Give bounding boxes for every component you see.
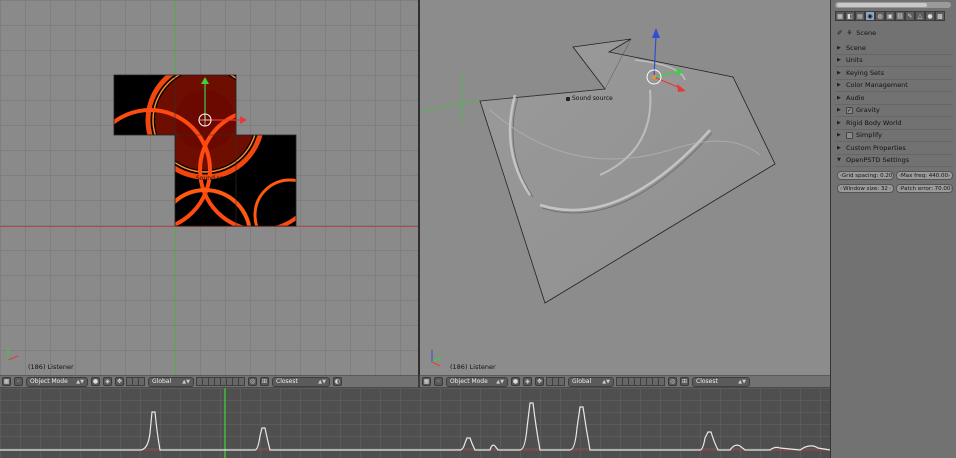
scene-tab-icon[interactable]: ◉ (865, 11, 875, 21)
render-tab-icon[interactable]: ◧ (845, 11, 855, 21)
modifiers-tab-icon[interactable]: ✎ (905, 11, 915, 21)
transform-widgets[interactable] (126, 377, 145, 386)
mode-select[interactable]: Object Mode ▲▼ (26, 376, 88, 387)
layers-tab-icon[interactable]: ▤ (855, 11, 865, 21)
expand-arrow-icon: ▶ (837, 144, 841, 151)
window-size-field[interactable]: ‹ Window size: 32 › (837, 184, 894, 193)
context-tabs: ▦ ◧ ▤ ◉ ◍ ▣ ⛓ ✎ △ ● ▩ (835, 11, 945, 21)
right-viewport-header: ▦ ◦ Object Mode ▲▼ ● ◈ ✥ Global ▲▼ ◎ ⊞ Clo… (420, 375, 830, 388)
view-menu-icon[interactable]: ◦ (14, 377, 23, 386)
left-3d-viewport[interactable]: Sound source (186) Listener (0, 0, 418, 375)
mode-select[interactable]: Object Mode ▲▼ (446, 376, 508, 387)
panel-openpstd-settings[interactable]: ▼ OpenPSTD Settings (835, 155, 953, 167)
constraints-tab-icon[interactable]: ⛓ (895, 11, 905, 21)
expand-arrow-icon: ▶ (837, 44, 841, 51)
panel-rigid-body-world[interactable]: ▶ Rigid Body World (835, 117, 953, 130)
expand-arrow-icon: ▶ (837, 82, 841, 89)
snap-target-select[interactable]: Closest ▲▼ (692, 376, 750, 387)
proportional-edit-icon[interactable]: ◎ (668, 377, 677, 386)
expand-arrow-icon: ▶ (837, 119, 841, 126)
expand-arrow-icon: ▶ (837, 57, 841, 64)
expand-arrow-icon: ▶ (837, 107, 841, 114)
grid-spacing-field[interactable]: ‹Grid spacing: 0.20› (837, 171, 894, 180)
object-tab-icon[interactable]: ▣ (885, 11, 895, 21)
layer-buttons[interactable] (616, 377, 665, 386)
properties-editor: ▦ ◧ ▤ ◉ ◍ ▣ ⛓ ✎ △ ● ▩ ✐ ⚘ Scene ▶ Scene ▶… (830, 0, 956, 458)
graph-editor[interactable] (0, 388, 830, 458)
gravity-checkbox[interactable]: ✓ (846, 106, 853, 114)
manipulator-icon[interactable]: ✥ (115, 377, 124, 386)
simplify-checkbox[interactable] (846, 131, 853, 139)
pivot-icon[interactable]: ◈ (523, 377, 532, 386)
panel-simplify[interactable]: ▶ Simplify (835, 130, 953, 142)
shading-icon[interactable]: ● (91, 377, 100, 386)
pressure-field-render (7, 74, 297, 361)
waveform-plot (0, 388, 830, 458)
openpstd-field-row: ‹Grid spacing: 0.20› ‹Max freq: 440.00› (835, 171, 953, 180)
editor-type-icon[interactable]: ▦ (422, 377, 431, 386)
texture-tab-icon[interactable]: ▩ (935, 11, 945, 21)
panel-color-management[interactable]: ▶ Color Management (835, 80, 953, 92)
view-menu-icon[interactable]: ◦ (434, 377, 443, 386)
collapse-arrow-icon: ▼ (837, 157, 841, 164)
orientation-select[interactable]: Global ▲▼ (568, 376, 614, 387)
properties-panels: ▶ Scene ▶ Units ▶ Keying Sets ▶ Color Manage… (835, 42, 953, 193)
expand-arrow-icon: ▶ (837, 94, 841, 101)
object-origin-icon (566, 96, 570, 101)
snap-icon[interactable]: ⊞ (680, 377, 689, 386)
expand-arrow-icon: ▶ (837, 69, 841, 76)
panel-gravity[interactable]: ▶ ✓ Gravity (835, 105, 953, 117)
pivot-icon[interactable]: ◈ (103, 377, 112, 386)
shading-icon[interactable]: ● (511, 377, 520, 386)
panel-units[interactable]: ▶ Units (835, 55, 953, 67)
render-icon[interactable]: ◐ (333, 377, 342, 386)
material-tab-icon[interactable]: ● (925, 11, 935, 21)
snap-icon[interactable]: ⊞ (260, 377, 269, 386)
context-breadcrumb: ✐ ⚘ Scene (837, 29, 877, 37)
editor-type-icon[interactable]: ▦ (835, 11, 845, 21)
openpstd-field-row: ‹ Window size: 32 › ‹ Patch error: 70.00 › (835, 184, 953, 193)
max-freq-field[interactable]: ‹ Max freq: 440.00 › (896, 171, 953, 180)
orientation-select[interactable]: Global ▲▼ (148, 376, 194, 387)
manipulator-icon[interactable]: ✥ (535, 377, 544, 386)
proportional-edit-icon[interactable]: ◎ (248, 377, 257, 386)
layer-buttons[interactable] (196, 377, 245, 386)
transform-widgets[interactable] (546, 377, 565, 386)
viewport-object-label: (186) Listener (28, 363, 74, 371)
pin-icon[interactable]: ✐ (837, 29, 842, 37)
sound-source-label: Sound source (196, 175, 237, 182)
left-viewport-header: ▦ ◦ Object Mode ▲▼ ● ◈ ✥ Global ▲▼ ◎ ⊞ Clo… (0, 375, 418, 388)
properties-scrollbar[interactable] (835, 2, 951, 8)
world-tab-icon[interactable]: ◍ (875, 11, 885, 21)
scene-icon: ⚘ (846, 29, 853, 37)
panel-keying-sets[interactable]: ▶ Keying Sets (835, 67, 953, 80)
perspective-scene (420, 28, 776, 367)
data-tab-icon[interactable]: △ (915, 11, 925, 21)
viewport-object-label: (186) Listener (450, 363, 496, 371)
panel-scene[interactable]: ▶ Scene (835, 42, 953, 55)
editor-type-icon[interactable]: ▦ (2, 377, 11, 386)
right-3d-viewport[interactable]: Sound source (186) Listener (420, 0, 830, 375)
panel-audio[interactable]: ▶ Audio (835, 92, 953, 105)
patch-error-field[interactable]: ‹ Patch error: 70.00 › (896, 184, 953, 193)
panel-custom-properties[interactable]: ▶ Custom Properties (835, 142, 953, 155)
snap-target-select[interactable]: Closest ▲▼ (272, 376, 330, 387)
expand-arrow-icon: ▶ (837, 132, 841, 139)
sound-source-label: Sound source (566, 95, 613, 102)
